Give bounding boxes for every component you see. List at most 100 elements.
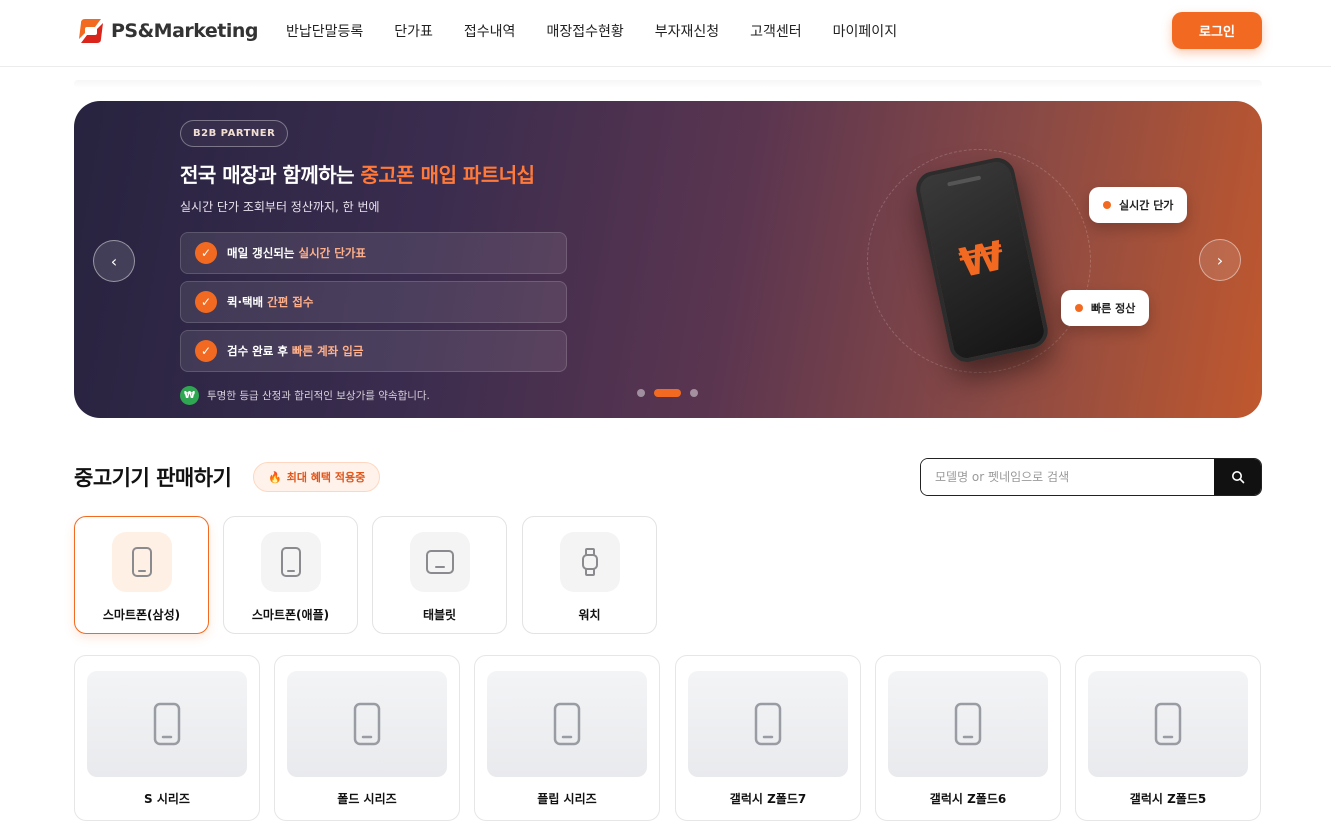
smartphone-icon [954, 702, 982, 746]
category-label: 스마트폰(삼성) [102, 608, 181, 622]
search-button[interactable] [1214, 459, 1261, 495]
product-card[interactable]: 폴드 시리즈 [274, 655, 460, 821]
banner-next-button[interactable]: › [1199, 239, 1241, 281]
orange-dot-icon [1075, 304, 1083, 312]
nav-item-submissions[interactable]: 접수내역 [464, 21, 516, 41]
promo-badge: 🔥 최대 혜택 적용중 [253, 462, 381, 492]
orange-dot-icon [1103, 201, 1111, 209]
product-image [87, 671, 247, 777]
chip-fast-settlement: 빠른 정산 [1061, 290, 1150, 326]
feature-text: 매일 갱신되는 실시간 단가표 [227, 245, 366, 261]
carousel-dot[interactable] [637, 389, 645, 397]
banner-feature: ✓ 검수 완료 후 빠른 계좌 입금 [180, 330, 567, 372]
banner-subtitle: 실시간 단가 조회부터 정산까지, 한 번에 [180, 200, 380, 214]
smartphone-icon [1154, 702, 1182, 746]
carousel-dot[interactable] [690, 389, 698, 397]
banner-title-highlight: 중고폰 매입 파트너십 [360, 163, 536, 187]
banner-feature: ✓ 퀵·택배 간편 접수 [180, 281, 567, 323]
nav-item-store-submissions[interactable]: 매장접수현황 [546, 21, 623, 41]
watch-icon [581, 548, 598, 576]
feature-prefix: 검수 완료 후 [227, 344, 292, 358]
product-label: 플립 시리즈 [537, 792, 597, 806]
nav-item-customer-center[interactable]: 고객센터 [750, 21, 802, 41]
carousel-dot-active[interactable] [654, 389, 681, 397]
category-samsung-phone[interactable]: 스마트폰(삼성) [74, 516, 209, 634]
product-card[interactable]: 갤럭시 Z폴드7 [675, 655, 861, 821]
smartphone-icon [353, 702, 381, 746]
banner-title: 전국 매장과 함께하는 중고폰 매입 파트너십 [180, 159, 535, 188]
nav-item-supplies-request[interactable]: 부자재신청 [655, 21, 719, 41]
product-label: 갤럭시 Z폴드7 [729, 792, 807, 806]
search-input[interactable] [921, 459, 1214, 495]
product-image [688, 671, 848, 777]
smartphone-icon [153, 702, 181, 746]
header-divider-shadow [74, 80, 1262, 88]
phone-notch [947, 175, 982, 187]
banner-pill: B2B PARTNER [180, 120, 289, 147]
search-icon [1231, 471, 1244, 484]
check-icon: ✓ [195, 340, 217, 362]
product-image [1088, 671, 1248, 777]
product-card[interactable]: 플립 시리즈 [474, 655, 660, 821]
won-icon: ₩ [180, 386, 199, 405]
main-nav: 반납단말등록 단가표 접수내역 매장접수현황 부자재신청 고객센터 마이페이지 [286, 21, 897, 41]
category-icon-box [409, 532, 470, 592]
product-label: S 시리즈 [144, 792, 190, 806]
check-icon: ✓ [195, 291, 217, 313]
category-label: 스마트폰(애플) [251, 608, 330, 622]
smartphone-icon [754, 702, 782, 746]
product-image [287, 671, 447, 777]
category-label: 워치 [578, 608, 601, 622]
search-bar [920, 458, 1262, 496]
feature-prefix: 매일 갱신되는 [227, 246, 299, 260]
site-header: PS&Marketing 반납단말등록 단가표 접수내역 매장접수현황 부자재신… [0, 0, 1331, 67]
nav-item-return-device[interactable]: 반납단말등록 [286, 21, 363, 41]
banner-footnote: ₩ 투명한 등급 산정과 합리적인 보상가를 약속합니다. [180, 386, 430, 405]
hero-banner: B2B PARTNER 전국 매장과 함께하는 중고폰 매입 파트너십 실시간 … [74, 101, 1262, 418]
banner-prev-button[interactable]: ‹ [93, 240, 135, 282]
feature-prefix: 퀵·택배 [227, 295, 268, 309]
smartphone-icon [280, 547, 301, 577]
product-card[interactable]: 갤럭시 Z폴드6 [875, 655, 1061, 821]
product-card[interactable]: S 시리즈 [74, 655, 260, 821]
smartphone-icon [553, 702, 581, 746]
logo-text: PS&Marketing [111, 20, 259, 42]
carousel-dots [637, 389, 698, 397]
product-image [487, 671, 647, 777]
chip-label: 빠른 정산 [1091, 302, 1136, 315]
nav-item-my-page[interactable]: 마이페이지 [833, 21, 897, 41]
category-apple-phone[interactable]: 스마트폰(애플) [223, 516, 358, 634]
feature-text: 검수 완료 후 빠른 계좌 입금 [227, 343, 363, 359]
product-image [888, 671, 1048, 777]
feature-highlight: 실시간 단가표 [298, 246, 366, 260]
banner-title-prefix: 전국 매장과 함께하는 [180, 163, 361, 187]
category-icon-box [260, 532, 321, 592]
category-label: 태블릿 [422, 608, 457, 622]
product-label: 갤럭시 Z폴드6 [929, 792, 1007, 806]
chip-realtime-price: 실시간 단가 [1089, 187, 1188, 223]
nav-item-price-table[interactable]: 단가표 [394, 21, 433, 41]
feature-highlight: 빠른 계좌 입금 [291, 344, 364, 358]
category-icon-box [111, 532, 172, 592]
feature-highlight: 간편 접수 [267, 295, 314, 309]
smartphone-icon [131, 547, 152, 577]
won-symbol: ₩ [955, 232, 1009, 288]
login-button[interactable]: 로그인 [1172, 12, 1262, 49]
banner-feature: ✓ 매일 갱신되는 실시간 단가표 [180, 232, 567, 274]
product-label: 갤럭시 Z폴드5 [1129, 792, 1207, 806]
check-icon: ✓ [195, 242, 217, 264]
product-label: 폴드 시리즈 [337, 792, 397, 806]
category-watch[interactable]: 워치 [522, 516, 657, 634]
section-title: 중고기기 판매하기 [74, 466, 232, 490]
logo[interactable]: PS&Marketing [77, 15, 259, 47]
chip-label: 실시간 단가 [1119, 199, 1174, 212]
tablet-icon [425, 550, 454, 574]
footnote-text: 투명한 등급 산정과 합리적인 보상가를 약속합니다. [207, 390, 430, 402]
category-icon-box [559, 532, 620, 592]
fire-icon: 🔥 [268, 470, 282, 484]
promo-text: 최대 혜택 적용중 [286, 471, 366, 484]
logo-icon [79, 19, 103, 43]
category-tablet[interactable]: 태블릿 [372, 516, 507, 634]
product-card[interactable]: 갤럭시 Z폴드5 [1075, 655, 1261, 821]
feature-text: 퀵·택배 간편 접수 [227, 294, 313, 310]
